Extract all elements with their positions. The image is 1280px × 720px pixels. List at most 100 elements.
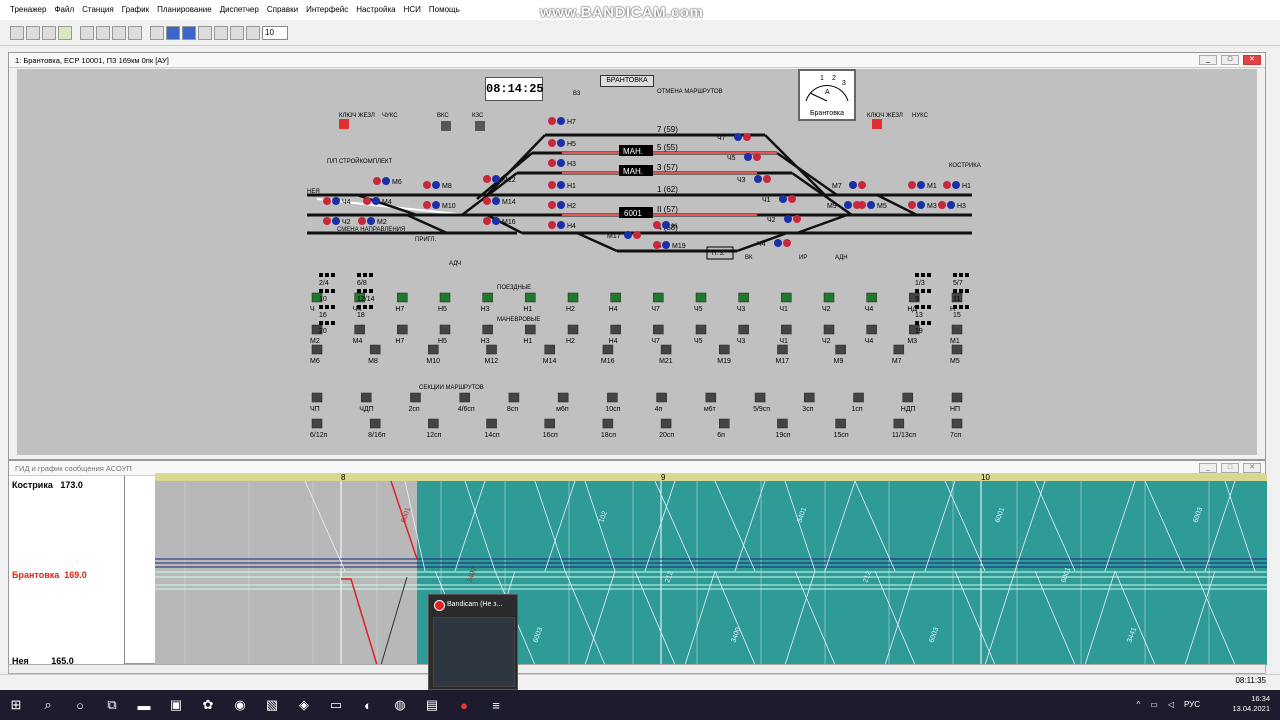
route-button[interactable] <box>893 344 905 355</box>
route-button[interactable] <box>369 418 381 429</box>
cortana-icon[interactable]: ○ <box>68 694 92 716</box>
tool-button[interactable] <box>96 25 110 40</box>
route-button[interactable] <box>311 392 323 403</box>
route-button[interactable] <box>602 344 614 355</box>
menu-item-9[interactable]: НСИ <box>400 0 425 20</box>
app-icon[interactable]: ▬ <box>132 694 156 716</box>
route-button[interactable] <box>823 292 835 303</box>
route-button[interactable] <box>781 324 792 335</box>
app-icon[interactable]: ◍ <box>388 694 412 716</box>
route-button[interactable] <box>525 324 536 335</box>
route-button[interactable] <box>866 292 877 303</box>
route-button[interactable] <box>311 344 323 355</box>
tool-button[interactable] <box>80 25 94 40</box>
route-button[interactable] <box>482 324 493 335</box>
route-button[interactable] <box>544 418 555 429</box>
route-button[interactable] <box>459 392 470 403</box>
route-button[interactable] <box>719 344 730 355</box>
windows-start-icon[interactable]: ⊞ <box>4 694 28 716</box>
clock-tray[interactable]: 16:34 13.04.2021 <box>1232 694 1270 714</box>
tool-button[interactable] <box>26 25 40 40</box>
pause-icon[interactable] <box>246 25 260 40</box>
route-button[interactable] <box>397 324 408 335</box>
volume-icon[interactable]: ◁ <box>1168 700 1174 709</box>
zoom-in-icon[interactable] <box>166 25 180 40</box>
route-button[interactable] <box>610 324 621 335</box>
bandicam-preview-popup[interactable]: Bandicam (Не з... <box>428 594 518 690</box>
language-indicator[interactable]: РУС <box>1184 700 1200 709</box>
route-button[interactable] <box>439 324 451 335</box>
route-button[interactable] <box>311 418 323 429</box>
gid-button[interactable] <box>58 25 72 40</box>
route-button[interactable] <box>902 392 914 403</box>
app-icon[interactable]: ▧ <box>260 694 284 716</box>
route-button[interactable] <box>525 292 536 303</box>
route-button[interactable] <box>777 344 788 355</box>
tool-button[interactable] <box>198 25 212 40</box>
route-button[interactable] <box>866 324 877 335</box>
tool-button[interactable] <box>42 25 56 40</box>
route-button[interactable] <box>853 392 864 403</box>
route-button[interactable] <box>719 418 730 429</box>
search-icon[interactable]: ⌕ <box>36 694 60 716</box>
app-icon[interactable]: ▤ <box>420 694 444 716</box>
menu-item-3[interactable]: График <box>118 0 153 20</box>
route-button[interactable] <box>369 344 381 355</box>
menu-item-10[interactable]: Помощь <box>425 0 464 20</box>
app-icon[interactable]: ≡ <box>484 694 508 716</box>
minimize-button[interactable]: _ <box>1199 463 1217 473</box>
route-button[interactable] <box>656 392 667 403</box>
horizontal-scrollbar[interactable] <box>8 664 1266 674</box>
app-icon[interactable]: ◈ <box>292 694 316 716</box>
route-button[interactable] <box>738 292 749 303</box>
route-button[interactable] <box>567 324 579 335</box>
route-button[interactable] <box>951 324 963 335</box>
close-button[interactable]: ✕ <box>1243 55 1261 65</box>
route-button[interactable] <box>781 292 792 303</box>
menu-item-5[interactable]: Диспетчер <box>216 0 263 20</box>
task-view-icon[interactable]: ⧉ <box>100 694 124 716</box>
route-button[interactable] <box>557 392 569 403</box>
route-button[interactable] <box>360 392 372 403</box>
close-button[interactable]: ✕ <box>1243 463 1261 473</box>
route-button[interactable] <box>607 392 618 403</box>
route-button[interactable] <box>602 418 614 429</box>
route-button[interactable] <box>835 418 846 429</box>
menu-item-0[interactable]: Тренажер <box>6 0 50 20</box>
route-button[interactable] <box>482 292 493 303</box>
tool-button[interactable] <box>10 25 24 40</box>
tool-button[interactable] <box>128 25 142 40</box>
maximize-button[interactable]: □ <box>1221 463 1239 473</box>
maximize-button[interactable]: □ <box>1221 55 1239 65</box>
popup-thumbnail[interactable] <box>433 617 515 687</box>
tool-button[interactable] <box>214 25 228 40</box>
route-button[interactable] <box>705 392 717 403</box>
route-button[interactable] <box>893 418 905 429</box>
gid-chart[interactable]: 8 9 10600134026003102212340034012126003600… <box>155 473 1267 665</box>
route-button[interactable] <box>951 392 963 403</box>
search-icon[interactable] <box>150 25 164 40</box>
route-button[interactable] <box>410 392 421 403</box>
route-button[interactable] <box>951 344 963 355</box>
route-button[interactable] <box>544 344 555 355</box>
route-button[interactable] <box>804 392 815 403</box>
menu-item-2[interactable]: Станция <box>78 0 118 20</box>
menu-item-1[interactable]: Файл <box>50 0 78 20</box>
minimize-button[interactable]: _ <box>1199 55 1217 65</box>
folder-icon[interactable]: ▭ <box>324 694 348 716</box>
bandicam-icon[interactable]: ● <box>452 694 476 716</box>
route-button[interactable] <box>695 324 707 335</box>
menu-item-4[interactable]: Планирование <box>153 0 216 20</box>
tool-button[interactable] <box>230 25 244 40</box>
route-button[interactable] <box>567 292 579 303</box>
route-button[interactable] <box>653 292 664 303</box>
route-button[interactable] <box>777 418 788 429</box>
route-button[interactable] <box>660 344 672 355</box>
chevron-up-icon[interactable]: ^ <box>1136 700 1140 709</box>
route-button[interactable] <box>428 344 439 355</box>
app-icon[interactable]: ▣ <box>164 694 188 716</box>
route-button[interactable] <box>610 292 621 303</box>
route-button[interactable] <box>439 292 451 303</box>
route-button[interactable] <box>486 418 497 429</box>
route-button[interactable] <box>486 344 497 355</box>
